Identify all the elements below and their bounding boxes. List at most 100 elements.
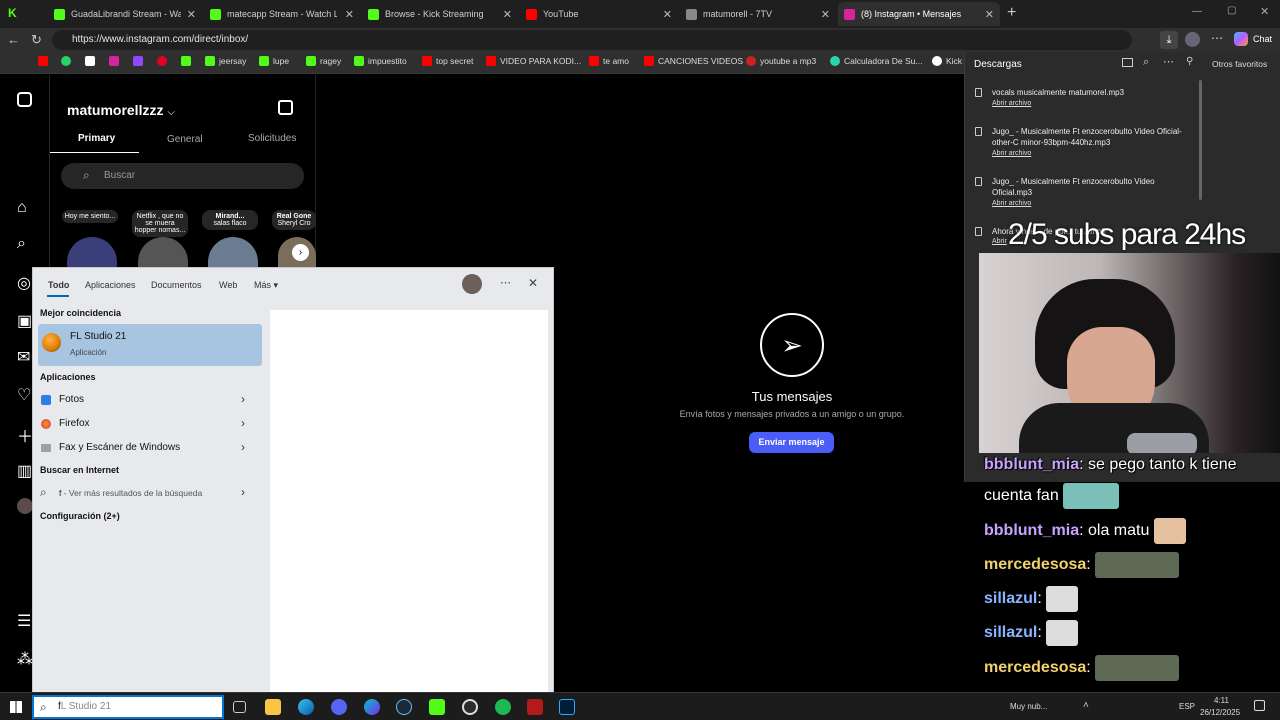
other-favorites[interactable]: Otros favoritos [1212, 59, 1267, 69]
bookmark-15[interactable]: youtube a mp3 [746, 56, 816, 66]
chevron-right-icon[interactable]: › [241, 440, 245, 454]
tab-primary[interactable]: Primary [78, 133, 115, 144]
clock-date[interactable]: 26/12/2025 [1200, 708, 1240, 717]
home-icon[interactable]: ⌂ [17, 199, 27, 217]
windows-start-icon[interactable] [10, 701, 22, 713]
pin-icon[interactable]: ⚲ [1186, 56, 1193, 67]
bookmark-11[interactable]: top secret [422, 56, 473, 66]
chat-button[interactable]: Chat [1253, 34, 1272, 44]
messages-icon[interactable]: ✉ [17, 347, 30, 367]
file-explorer-icon[interactable] [265, 699, 281, 715]
avatar[interactable] [17, 498, 33, 514]
app-result-fax[interactable]: Fax y Escáner de Windows › [38, 438, 256, 458]
tab-1[interactable]: matecapp Stream - Watch Live on✕ [204, 2, 360, 26]
spotify-icon[interactable] [495, 699, 511, 715]
tab-3[interactable]: YouTube ✕ [520, 2, 678, 26]
story-note-0[interactable]: Hoy me siento... [62, 210, 118, 223]
menu-icon[interactable]: ☰ [17, 611, 31, 631]
bookmark-4[interactable] [133, 56, 147, 66]
username-switcher[interactable]: matumorellzzz ⌵ [67, 102, 175, 118]
close-window-icon[interactable]: ✕ [1260, 5, 1269, 18]
tab-close-icon[interactable]: ✕ [663, 8, 672, 21]
tab-web[interactable]: Web [219, 280, 237, 290]
tab-close-icon[interactable]: ✕ [821, 8, 830, 21]
tab-4[interactable]: matumorell - 7TV ✕ [680, 2, 836, 26]
avatar[interactable] [462, 274, 482, 294]
close-icon[interactable]: ✕ [528, 276, 538, 290]
language-indicator[interactable]: ESP [1179, 702, 1195, 711]
more-options-icon[interactable]: ⋯ [1163, 55, 1174, 68]
story-note-1[interactable]: Netflix , que no se muera hopper nomas..… [132, 210, 188, 237]
tab-close-icon[interactable]: ✕ [503, 8, 512, 21]
reload-icon[interactable]: ↻ [31, 32, 42, 48]
download-item[interactable]: Jugo_ - Musicalmente Ft enzocerobulto Vi… [975, 176, 1195, 216]
app-result-firefox[interactable]: Firefox › [38, 414, 256, 434]
story-note-3[interactable]: Real Gone Sheryl Cro [272, 210, 316, 230]
bookmark-17[interactable]: Kick [932, 56, 962, 66]
clock-time[interactable]: 4:11 [1214, 696, 1229, 705]
bookmark-14[interactable]: CANCIONES VIDEOS [644, 56, 743, 66]
web-search-result[interactable]: ⌕ f - Ver más resultados de la búsqueda … [38, 483, 256, 503]
scrollbar[interactable] [1199, 80, 1202, 200]
tab-general[interactable]: General [167, 134, 203, 145]
bookmark-3[interactable] [109, 56, 123, 66]
tab-aplicaciones[interactable]: Aplicaciones [85, 280, 136, 290]
edge-icon[interactable] [298, 699, 314, 715]
open-file-link[interactable]: Abrir archivo [992, 200, 1031, 207]
voicemeeter-icon[interactable] [527, 699, 543, 715]
app-result-fotos[interactable]: Fotos › [38, 390, 256, 410]
tab-close-icon[interactable]: ✕ [985, 8, 994, 21]
obs-icon[interactable] [462, 699, 478, 715]
create-icon[interactable]: ＋ [17, 423, 33, 447]
tab-close-icon[interactable]: ✕ [345, 8, 354, 21]
bookmark-8[interactable]: lupe [259, 56, 289, 66]
instagram-logo-icon[interactable] [17, 92, 32, 107]
download-icon[interactable]: ⤓ [1160, 31, 1178, 49]
bookmark-10[interactable]: impuestito [354, 56, 407, 66]
settings-results-label[interactable]: Configuración (2+) [40, 511, 120, 521]
threads-icon[interactable]: ⁂ [17, 649, 33, 669]
back-arrow-icon[interactable]: ← [7, 32, 20, 48]
open-file-link[interactable]: Abrir archivo [992, 150, 1031, 157]
profile-avatar[interactable] [1185, 32, 1200, 47]
maximize-icon[interactable]: ▢ [1227, 5, 1236, 16]
search-icon[interactable]: ⌕ [17, 235, 26, 253]
open-file-link[interactable]: Abrir archivo [992, 100, 1031, 107]
url-field[interactable]: https://www.instagram.com/direct/inbox/ [52, 30, 1132, 50]
canva-icon[interactable] [364, 699, 380, 715]
notification-icon[interactable] [1254, 700, 1265, 711]
photoshop-icon[interactable] [559, 699, 575, 715]
copilot-icon[interactable] [1234, 32, 1248, 46]
open-folder-icon[interactable] [1122, 58, 1133, 67]
sidebar-toggle-icon[interactable]: K [8, 6, 22, 20]
download-item[interactable]: vocals musicalmente matumorel.mp3 Abrir a… [975, 87, 1195, 117]
task-view-icon[interactable] [233, 701, 246, 713]
more-menu-icon[interactable]: ⋯ [1211, 31, 1223, 45]
send-message-button[interactable]: Enviar mensaje [749, 432, 834, 453]
taskbar-search-input[interactable]: ⌕ fL Studio 21 [32, 695, 224, 719]
more-options-icon[interactable]: ⋯ [500, 276, 511, 289]
open-file-link[interactable]: Abrir [992, 238, 1007, 245]
tab-solicitudes[interactable]: Solicitudes [248, 133, 296, 144]
bookmark-16[interactable]: Calculadora De Su... [830, 56, 922, 66]
explore-icon[interactable]: ◎ [17, 273, 31, 293]
chevron-right-icon[interactable]: › [241, 416, 245, 430]
tab-5[interactable]: (8) Instagram • Mensajes ✕ [838, 2, 1000, 26]
story-note-2[interactable]: Mirand... salas flaco [202, 210, 258, 230]
kick-icon[interactable] [429, 699, 445, 715]
chevron-right-icon[interactable]: › [241, 485, 245, 499]
download-item[interactable]: Jugo_ - Musicalmente Ft enzocerobulto Vi… [975, 126, 1195, 166]
search-icon[interactable]: ⌕ [1143, 56, 1149, 69]
bookmark-9[interactable]: ragey [306, 56, 341, 66]
bookmark-2[interactable] [85, 56, 99, 66]
new-tab-button[interactable]: + [1007, 4, 1016, 22]
heart-icon[interactable]: ♡ [17, 385, 31, 405]
discord-icon[interactable] [331, 699, 347, 715]
steam-icon[interactable] [396, 699, 412, 715]
compose-icon[interactable] [278, 100, 293, 115]
chevron-right-icon[interactable]: › [241, 392, 245, 406]
tab-close-icon[interactable]: ✕ [187, 8, 196, 21]
tab-documentos[interactable]: Documentos [151, 280, 202, 290]
bookmark-7[interactable]: jeersay [205, 56, 246, 66]
minimize-icon[interactable]: — [1192, 6, 1202, 17]
